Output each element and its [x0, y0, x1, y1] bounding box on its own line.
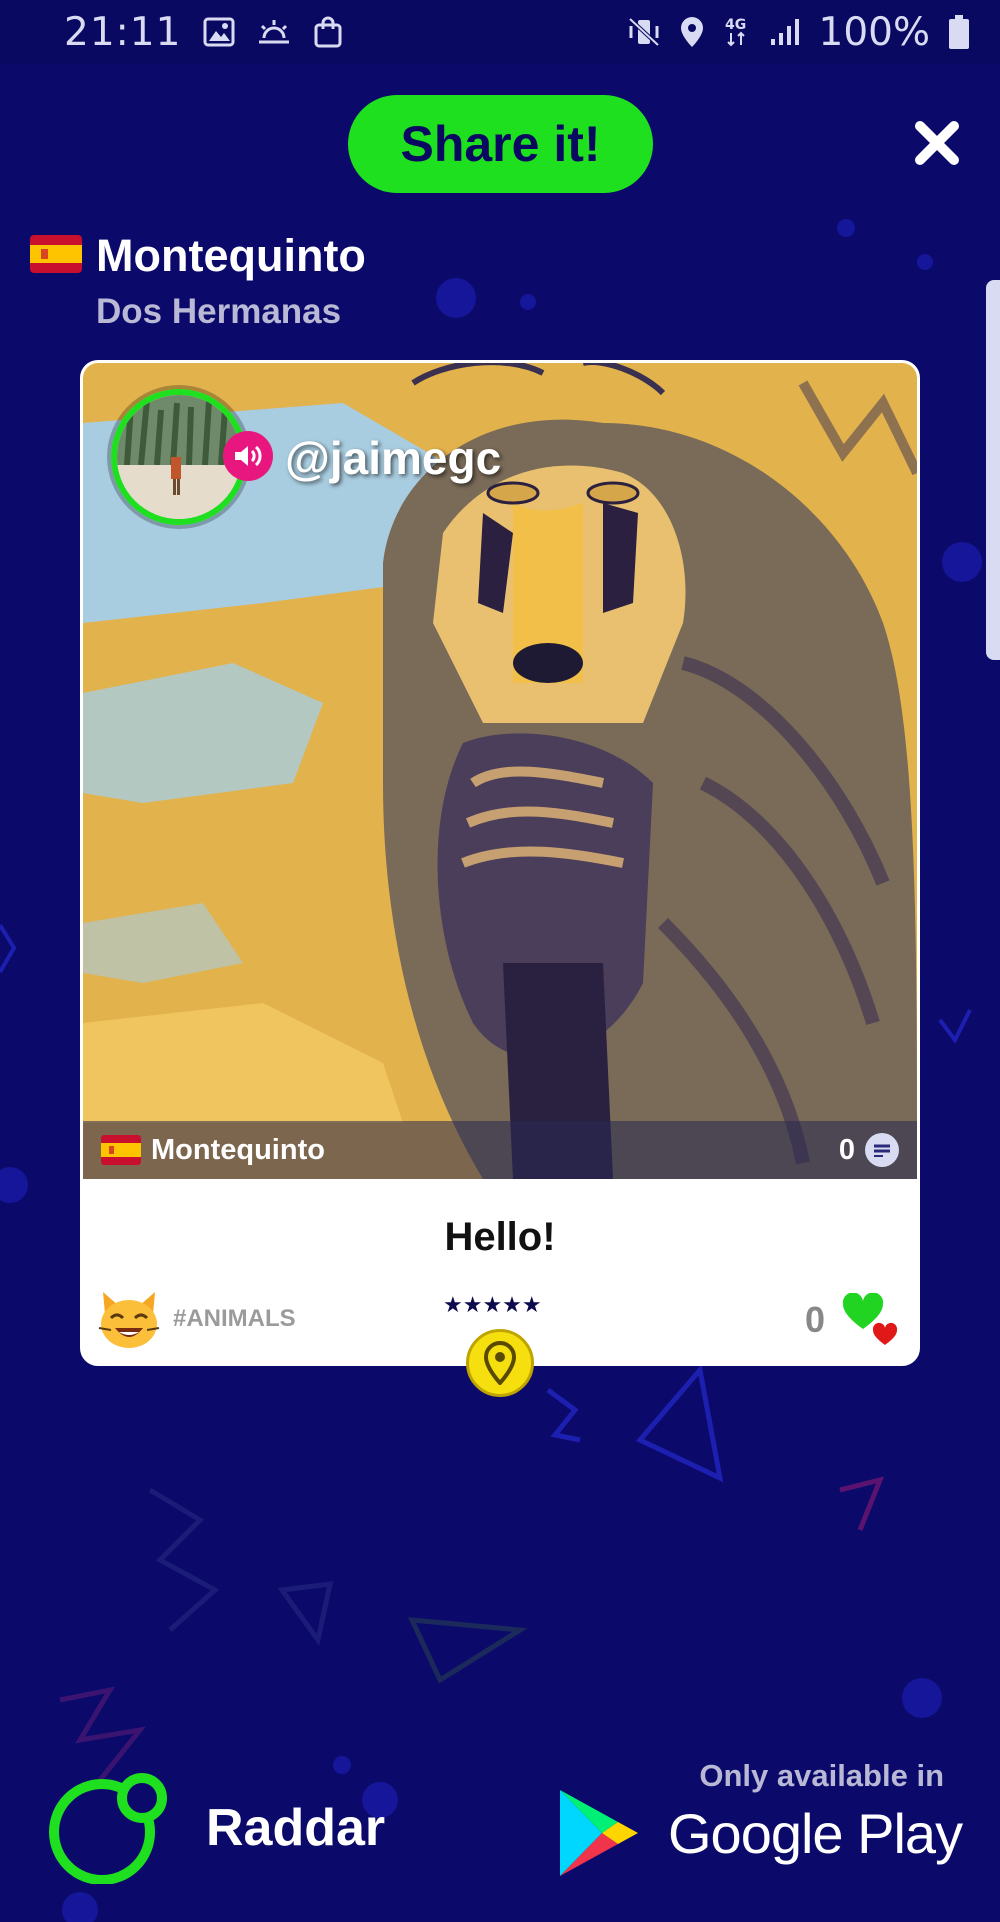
google-play-icon [560, 1790, 638, 1876]
location-title: Montequinto [96, 230, 366, 281]
gallery-icon [203, 17, 235, 47]
category-tag[interactable]: #ANIMALS [97, 1288, 296, 1350]
location-icon [679, 15, 705, 49]
post-photo[interactable]: @jaimegc Montequinto 0 [83, 363, 917, 1179]
comment-count: 0 [838, 1133, 855, 1166]
photo-footer: Montequinto 0 [83, 1121, 917, 1179]
shopping-bag-icon [313, 16, 343, 48]
battery-icon [948, 14, 970, 50]
share-button[interactable]: Share it! [348, 95, 653, 193]
location-header: Montequinto Dos Hermanas [30, 230, 366, 332]
rating-stars: ★★★★★ [443, 1295, 542, 1317]
status-time: 21:11 [64, 9, 182, 55]
map-pin-button[interactable] [466, 1329, 534, 1397]
speaker-icon [235, 445, 262, 467]
raddar-brand: Raddar [44, 1772, 385, 1884]
spain-flag-icon [30, 235, 82, 277]
store-name: Google Play [668, 1801, 963, 1865]
network-4g-icon: 4G [723, 15, 751, 49]
weather-sunrise-icon [257, 18, 291, 46]
rating-stars-text: ★★★★★ [443, 1293, 542, 1318]
google-play-badge[interactable]: Google Play [556, 1788, 963, 1878]
cat-face-icon [97, 1288, 161, 1350]
audio-play-button[interactable] [223, 431, 273, 481]
battery-percent: 100% [818, 9, 931, 55]
side-panel-handle[interactable] [986, 280, 1000, 660]
username-link[interactable]: @jaimegc [285, 431, 501, 485]
post-card[interactable]: @jaimegc Montequinto 0 Hello! #ANIMALS ★… [80, 360, 920, 1397]
signal-icon [769, 17, 801, 47]
app-name: Raddar [206, 1799, 386, 1857]
hearts-icon [842, 1293, 898, 1345]
vibrate-mute-icon [627, 16, 661, 48]
comment-icon [865, 1133, 899, 1167]
spain-flag-icon [101, 1135, 141, 1165]
svg-text:4G: 4G [725, 17, 746, 33]
photo-location-label: Montequinto [151, 1133, 325, 1166]
close-button[interactable] [912, 118, 962, 168]
comments-button[interactable]: 0 [839, 1133, 899, 1167]
close-icon [915, 121, 959, 165]
map-pin-icon [483, 1341, 517, 1385]
post-caption: Hello! [444, 1215, 556, 1259]
likes-button[interactable]: 0 [805, 1293, 903, 1347]
category-label: #ANIMALS [173, 1305, 296, 1332]
like-count: 0 [804, 1299, 825, 1340]
location-subtitle: Dos Hermanas [96, 292, 342, 331]
raddar-logo-icon [49, 1773, 167, 1884]
status-bar: 21:11 4G 100% [0, 0, 1000, 64]
